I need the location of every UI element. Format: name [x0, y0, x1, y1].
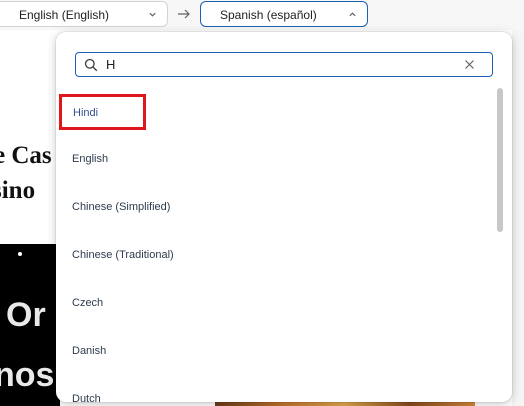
source-language-select[interactable]: English (English) [0, 1, 168, 27]
background-headline: e Cas [0, 142, 52, 169]
dropdown-scrollbar[interactable] [497, 88, 503, 232]
target-language-label: Spanish (español) [220, 8, 317, 22]
arrow-right-icon [178, 9, 190, 19]
language-option-chinese-simplified[interactable]: Chinese (Simplified) [72, 201, 170, 225]
search-input[interactable] [106, 56, 456, 73]
background-headline-line2: sino [0, 177, 36, 204]
search-icon [84, 58, 98, 72]
language-option-english[interactable]: English [72, 153, 108, 177]
banner-text-line2: nos [0, 356, 55, 394]
language-option-dutch[interactable]: Dutch [72, 393, 101, 402]
language-search-box[interactable] [75, 52, 493, 77]
translation-toolbar: English (English) Spanish (español) [0, 0, 524, 30]
language-option-czech[interactable]: Czech [72, 297, 103, 321]
chevron-up-icon [349, 12, 356, 17]
language-dropdown: Hindi English Chinese (Simplified) Chine… [56, 32, 512, 402]
target-language-select[interactable]: Spanish (español) [200, 1, 368, 27]
language-option-chinese-traditional[interactable]: Chinese (Traditional) [72, 249, 174, 273]
decorative-dot [18, 252, 22, 256]
language-option-label: Hindi [73, 107, 99, 119]
background-banner-image: Or nos [0, 244, 60, 406]
language-option-hindi[interactable]: Hindi [59, 94, 146, 130]
language-option-danish[interactable]: Danish [72, 345, 106, 369]
chevron-down-icon [149, 12, 156, 17]
banner-text: Or [6, 296, 46, 334]
clear-icon[interactable] [464, 59, 475, 70]
background-edge [512, 30, 524, 406]
source-language-label: English (English) [19, 8, 110, 22]
